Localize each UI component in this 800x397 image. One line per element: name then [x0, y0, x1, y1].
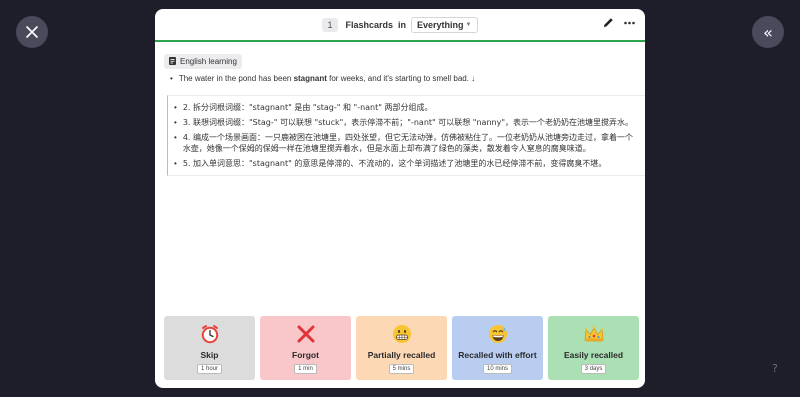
card-content: English learning • The water in the pond… [155, 42, 645, 176]
bullet: • [170, 74, 173, 83]
crown-icon [584, 326, 603, 342]
answer-line: • 4. 编成一个场景画面：一只鹿被困在池塘里，四处张望，但它无法动弹，仿佛被粘… [168, 130, 645, 156]
grimacing-face-icon [392, 325, 411, 343]
bullet: • [174, 133, 177, 142]
bullet: • [174, 159, 177, 168]
easily-recalled-button[interactable]: Easily recalled 3 days [548, 316, 639, 380]
answer-line: • 3. 联想词根词缀："Stag-" 可以联想 "stuck"，表示停滞不前；… [168, 115, 645, 130]
header-in-label: in [398, 19, 407, 30]
rating-duration: 1 min [294, 364, 317, 374]
question-icon: ? [772, 362, 778, 375]
flashcard-modal: 1 Flashcards in Everything ▼ English lea… [155, 9, 645, 388]
rating-label: Easily recalled [563, 350, 624, 360]
alarm-clock-icon [201, 325, 218, 344]
rating-duration: 5 mins [388, 364, 415, 374]
recalled-with-effort-button[interactable]: Recalled with effort 10 mins [452, 316, 543, 380]
modal-header: 1 Flashcards in Everything ▼ [155, 9, 645, 42]
rating-label: Recalled with effort [458, 350, 537, 360]
answer-text: 3. 联想词根词缀："Stag-" 可以联想 "stuck"，表示停滞不前；"-… [182, 118, 633, 127]
question-line: • The water in the pond has been stagnan… [164, 74, 636, 83]
pencil-icon [603, 18, 613, 28]
cross-mark-icon [297, 325, 314, 343]
answer-text: 4. 编成一个场景画面：一只鹿被困在池塘里，四处张望，但它无法动弹，仿佛被粘住了… [182, 133, 633, 153]
more-icon [624, 21, 635, 24]
chevron-down-icon: ▼ [465, 21, 472, 28]
bullet: • [174, 118, 177, 127]
close-button[interactable] [16, 16, 48, 48]
answer-line: • 2. 拆分词根词缀："stagnant" 是由 "stag-" 和 "-na… [168, 100, 645, 115]
skip-button[interactable]: Skip 1 hour [164, 316, 255, 380]
answer-text: 2. 拆分词根词缀："stagnant" 是由 "stag-" 和 "-nant… [182, 103, 433, 112]
document-icon [169, 57, 176, 65]
scope-value: Everything [417, 19, 464, 30]
rating-label: Skip [200, 350, 219, 360]
grinning-sweat-face-icon [488, 325, 507, 343]
help-button[interactable]: ? [772, 362, 778, 375]
rating-buttons: Skip 1 hour Forgot 1 min Partially recal… [164, 316, 639, 380]
more-button[interactable] [624, 21, 635, 25]
header-title: Flashcards [345, 19, 394, 30]
card-count-badge: 1 [322, 17, 338, 32]
question-text: The water in the pond has been stagnant … [178, 74, 476, 83]
rating-duration: 1 hour [196, 364, 222, 374]
bullet: • [174, 103, 177, 112]
deck-tag[interactable]: English learning [164, 53, 242, 69]
question-keyword: stagnant [293, 74, 327, 83]
rating-label: Partially recalled [367, 350, 436, 360]
scope-dropdown[interactable]: Everything ▼ [411, 16, 478, 33]
deck-tag-label: English learning [180, 56, 237, 66]
rating-duration: 10 mins [482, 364, 512, 374]
close-icon [26, 26, 38, 38]
rating-label: Forgot [292, 350, 319, 360]
answer-block: • 2. 拆分词根词缀："stagnant" 是由 "stag-" 和 "-na… [167, 95, 645, 176]
double-chevron-left-icon: « [763, 22, 773, 42]
collapse-button[interactable]: « [752, 16, 784, 48]
edit-button[interactable] [603, 17, 614, 28]
answer-line: • 5. 加入单词意思："stagnant" 的意思是停滞的、不流动的，这个单词… [168, 156, 645, 171]
answer-text: 5. 加入单词意思："stagnant" 的意思是停滞的、不流动的，这个单词描述… [182, 159, 607, 168]
partially-recalled-button[interactable]: Partially recalled 5 mins [356, 316, 447, 380]
rating-duration: 3 days [580, 364, 607, 374]
forgot-button[interactable]: Forgot 1 min [260, 316, 351, 380]
